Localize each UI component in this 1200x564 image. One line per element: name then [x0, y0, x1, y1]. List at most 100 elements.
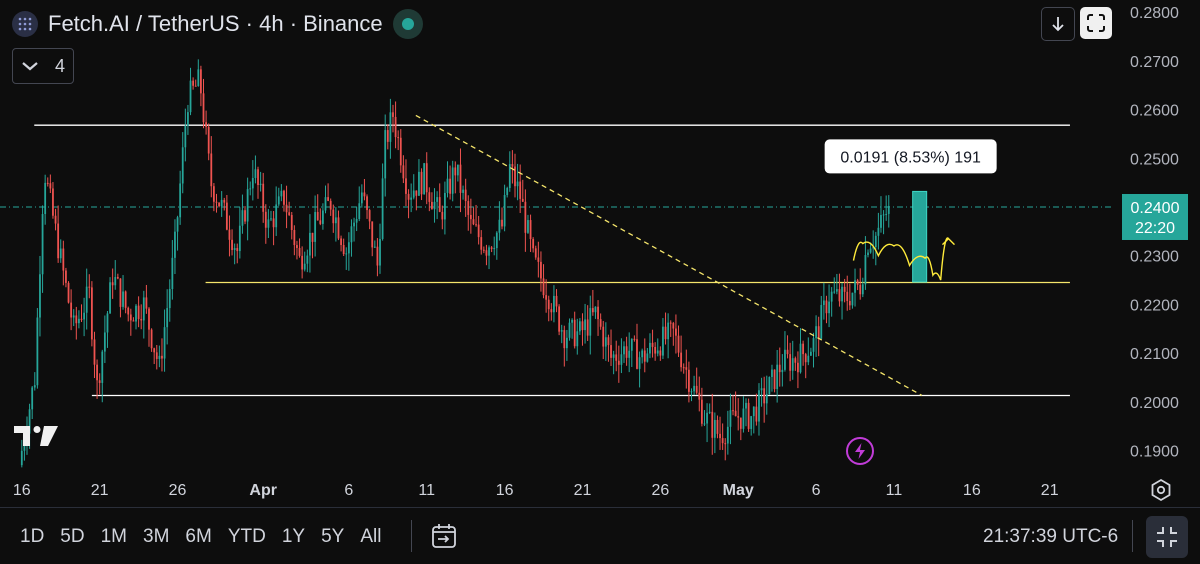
candle-body — [656, 350, 659, 354]
x-tick-label: 6 — [344, 482, 353, 499]
candle-body — [189, 80, 192, 113]
candle — [262, 172, 265, 223]
candle-body — [789, 354, 792, 371]
timezone-clock[interactable]: 21:37:39 UTC-6 — [983, 526, 1118, 548]
candle — [576, 318, 579, 355]
candle-body — [758, 390, 760, 422]
candle-body — [877, 227, 880, 236]
candle — [52, 182, 54, 219]
candle-body — [641, 350, 644, 358]
candle-body — [560, 330, 563, 332]
candle — [771, 364, 773, 392]
candle — [737, 398, 740, 431]
candle — [490, 246, 493, 253]
candle — [508, 151, 511, 192]
candle — [324, 185, 327, 214]
candle — [825, 295, 828, 324]
candle — [784, 331, 786, 372]
candle — [33, 372, 36, 391]
price-chart[interactable]: 0.0191 (8.53%) 191 0.2800 0.2700 0.2600 0.2… — [0, 0, 1200, 507]
candle-body — [415, 190, 418, 196]
range-6m-button[interactable]: 6M — [177, 522, 219, 552]
candle — [602, 320, 605, 360]
measure-box[interactable] — [912, 190, 928, 283]
candle — [809, 347, 812, 356]
candle-body — [163, 327, 166, 359]
candle-body — [680, 352, 683, 368]
candle — [581, 313, 584, 346]
candle — [833, 277, 836, 294]
candle — [220, 191, 223, 217]
go-to-date-button[interactable] — [428, 520, 460, 552]
candle-body — [797, 362, 799, 373]
x-tick-label: 21 — [574, 482, 592, 499]
candle — [418, 159, 420, 196]
candle-body — [451, 167, 454, 194]
candle-body — [215, 201, 218, 203]
candle-body — [324, 197, 327, 211]
range-1y-button[interactable]: 1Y — [274, 522, 313, 552]
candle-body — [96, 364, 98, 381]
range-5y-button[interactable]: 5Y — [313, 522, 352, 552]
candle — [589, 295, 592, 355]
range-ytd-button[interactable]: YTD — [220, 522, 274, 552]
candle — [664, 312, 667, 345]
candle-body — [347, 242, 350, 254]
candle-body — [436, 197, 439, 202]
range-1m-button[interactable]: 1M — [93, 522, 135, 552]
range-1d-button[interactable]: 1D — [12, 522, 52, 552]
chart-settings-icon[interactable] — [1149, 478, 1173, 502]
candle-body — [791, 358, 794, 371]
candle — [148, 307, 150, 347]
candle-body — [464, 189, 467, 202]
lightning-icon[interactable] — [845, 436, 875, 466]
candle — [713, 412, 716, 454]
candle-body — [864, 255, 867, 285]
range-all-button[interactable]: All — [352, 522, 389, 552]
candle — [88, 274, 91, 299]
candle — [835, 273, 838, 295]
candle — [181, 132, 184, 194]
candle — [381, 163, 384, 241]
candle-body — [747, 402, 750, 429]
exit-fullscreen-button[interactable] — [1146, 516, 1188, 558]
candle-body — [158, 355, 161, 359]
candle-body — [132, 320, 135, 322]
candle-body — [145, 297, 148, 309]
candle — [532, 237, 535, 253]
candle — [166, 289, 169, 345]
candle — [586, 305, 589, 342]
candle — [721, 423, 724, 450]
candle — [319, 208, 322, 226]
candle-body — [106, 313, 109, 333]
candle — [451, 160, 454, 202]
candle — [547, 295, 550, 322]
candle — [773, 369, 776, 393]
candle-body — [122, 291, 124, 307]
y-tick-label: 0.2800 — [1130, 5, 1179, 22]
candle-body — [610, 345, 612, 358]
candle — [433, 188, 436, 223]
candle-body — [379, 238, 381, 266]
range-3m-button[interactable]: 3M — [135, 522, 177, 552]
candle-body — [550, 309, 553, 313]
candle — [78, 310, 80, 329]
candle-body — [711, 411, 714, 438]
candle-body — [207, 126, 210, 154]
candle — [521, 179, 524, 202]
candle — [578, 318, 581, 335]
candle-body — [376, 246, 379, 266]
candle — [656, 338, 659, 357]
candle — [739, 417, 742, 441]
candle-body — [501, 219, 503, 227]
candle — [880, 196, 882, 233]
candle — [649, 333, 651, 359]
candle — [371, 221, 374, 257]
range-5d-button[interactable]: 5D — [52, 522, 92, 552]
candle-body — [659, 350, 662, 356]
candle-body — [706, 412, 708, 424]
candle — [643, 338, 646, 373]
candle-body — [399, 137, 402, 166]
candle-body — [116, 276, 119, 279]
candle — [501, 207, 503, 230]
